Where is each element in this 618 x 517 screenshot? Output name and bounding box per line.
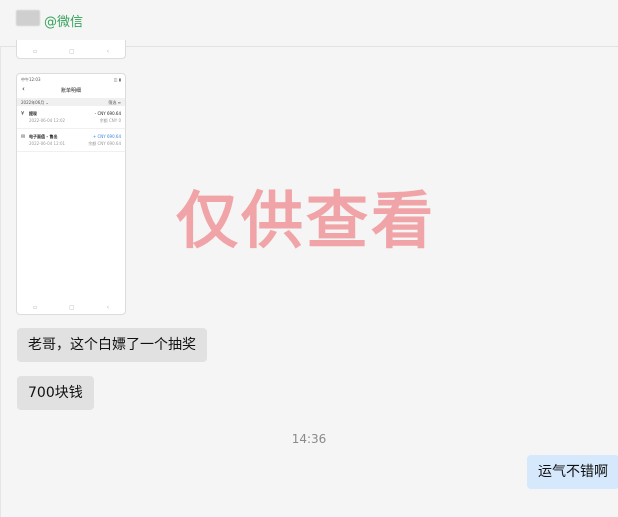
image-message-receipt[interactable]: 中午12:03 ◫ ▮ ‹ 账单明细 2022年06月 ⌄ 筛选 ≡ ¥ 提现 … — [16, 73, 126, 315]
receipt-titlebar: ‹ 账单明细 — [17, 85, 125, 95]
transaction-title: 电子面值 - 售出 — [29, 134, 58, 139]
transaction-balance: 余额 CNY 690.64 — [88, 141, 121, 146]
transaction-amount: + CNY 690.64 — [92, 134, 121, 139]
status-time: 中午12:03 — [21, 77, 41, 82]
gift-card-icon: ✉ — [21, 134, 26, 140]
phone-nav-bar: ▫ ▢ ‹ — [17, 302, 125, 312]
nav-square-icon: ▫ — [32, 47, 38, 55]
message-timestamp: 14:36 — [291, 432, 327, 446]
nav-home-icon: ▢ — [68, 303, 75, 311]
transaction-date: 2022-06-04 12:01 — [29, 141, 66, 146]
contact-avatar[interactable] — [16, 10, 40, 26]
phone-nav-bar: ▫ ▢ ‹ — [17, 46, 125, 56]
nav-back-icon: ‹ — [106, 303, 109, 311]
transaction-row: ¥ 提现 2022-06-04 12:02 - CNY 690.64 余额 CN… — [17, 108, 125, 129]
watermark: 仅供查看 — [176, 184, 437, 257]
message-bubble-left[interactable]: 700块钱 — [17, 376, 94, 410]
image-message-previous[interactable]: ▫ ▢ ‹ — [16, 40, 126, 59]
month-selector: 2022年06月 ⌄ — [21, 100, 49, 105]
withdraw-icon: ¥ — [21, 111, 25, 117]
transaction-row: ✉ 电子面值 - 售出 2022-06-04 12:01 + CNY 690.6… — [17, 131, 125, 152]
message-bubble-left[interactable]: 老哥，这个白嫖了一个抽奖 — [17, 328, 207, 362]
nav-back-icon: ‹ — [106, 47, 109, 55]
transaction-title: 提现 — [29, 111, 37, 116]
transaction-date: 2022-06-04 12:02 — [29, 118, 66, 123]
message-bubble-right[interactable]: 运气不错啊 — [527, 455, 618, 489]
receipt-title: 账单明细 — [60, 88, 81, 94]
nav-home-icon: ▢ — [68, 47, 75, 55]
filter-button: 筛选 ≡ — [108, 100, 121, 105]
nav-square-icon: ▫ — [32, 303, 38, 311]
phone-status-bar: 中午12:03 ◫ ▮ — [21, 77, 121, 83]
transaction-amount: - CNY 690.64 — [94, 111, 121, 116]
divider — [0, 46, 1, 517]
transaction-balance: 余额 CNY 0 — [99, 118, 121, 123]
month-filter-bar: 2022年06月 ⌄ 筛选 ≡ — [17, 98, 125, 106]
contact-name[interactable]: @微信 — [44, 11, 83, 30]
battery-icon: ◫ ▮ — [113, 77, 121, 82]
